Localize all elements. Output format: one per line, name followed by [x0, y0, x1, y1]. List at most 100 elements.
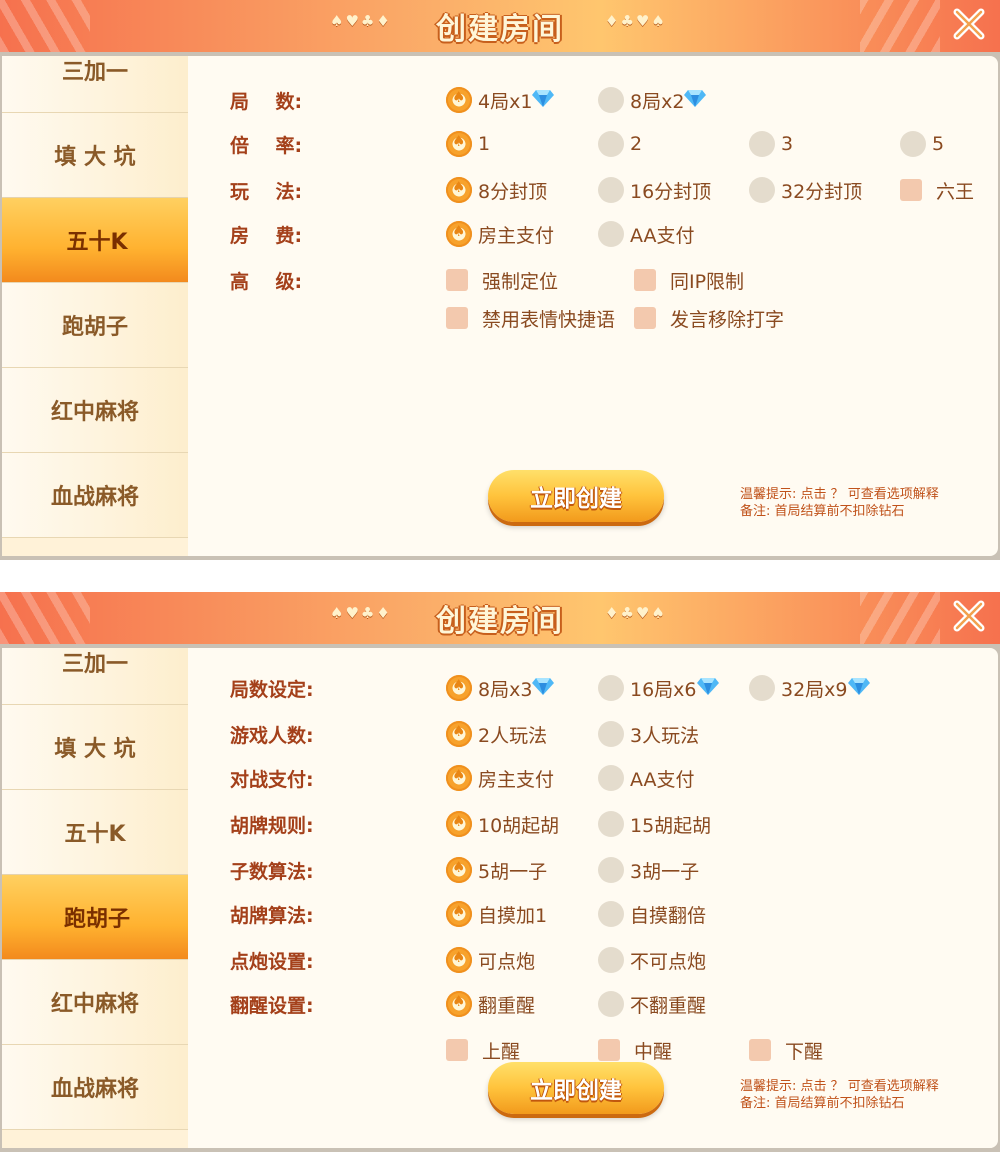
checkbox: [749, 1039, 771, 1061]
row-label: 点炮设置:: [230, 950, 314, 973]
option-row: [230, 300, 330, 336]
title-bar: ♠♥♣♦ 创建房间 ♦♣♥♠: [0, 592, 1000, 644]
radio-option[interactable]: 16分封顶: [598, 172, 711, 208]
option-label: 不可点炮: [630, 950, 707, 973]
diamond-icon: [684, 89, 707, 111]
radio-option[interactable]: 32局x9: [749, 670, 870, 706]
option-label: 自摸加1: [478, 904, 548, 927]
option-label: 六王: [936, 180, 975, 203]
option-row: 玩 法:: [230, 172, 330, 208]
radio-option[interactable]: 16局x6: [598, 670, 719, 706]
radio-option[interactable]: AA支付: [598, 760, 695, 796]
radio-option[interactable]: 自摸加1: [446, 896, 547, 932]
radio-option[interactable]: 3人玩法: [598, 716, 699, 752]
radio-option[interactable]: 不可点炮: [598, 942, 706, 978]
sidebar-item-4[interactable]: 跑胡子: [2, 875, 188, 960]
radio-option[interactable]: 1: [446, 126, 490, 162]
radio-option[interactable]: 15胡起胡: [598, 806, 711, 842]
create-room-button[interactable]: 立即创建: [488, 1062, 664, 1114]
sidebar-item-3[interactable]: 五十K: [2, 198, 188, 283]
diamond-icon: [532, 89, 555, 111]
radio-option[interactable]: 自摸翻倍: [598, 896, 706, 932]
sidebar-item-1[interactable]: 三加一: [2, 56, 188, 113]
option-label: 中醒: [634, 1040, 673, 1063]
sidebar-item-2[interactable]: 填 大 坑: [2, 705, 188, 790]
option-label: 下醒: [785, 1040, 824, 1063]
row-label: 房 费:: [230, 224, 303, 247]
radio-option[interactable]: AA支付: [598, 216, 695, 252]
option-row: 局数设定:: [230, 670, 338, 706]
note-line: 备注: 首局结算前不扣除钻石: [740, 1096, 905, 1111]
create-room-panel-2: ♠♥♣♦创建房间♦♣♥♠三加一填 大 坑五十K跑胡子红中麻将血战麻将 局数设定: 8…: [0, 592, 1000, 1152]
sidebar-item-6[interactable]: 血战麻将: [2, 453, 188, 538]
close-button[interactable]: [938, 0, 1000, 52]
option-label: 3: [781, 133, 794, 155]
spade-radio-icon: [446, 857, 472, 883]
radio-option[interactable]: 10胡起胡: [446, 806, 559, 842]
option-label: 32局x9: [781, 678, 848, 701]
row-label: 对战支付:: [230, 768, 314, 791]
radio-empty: [598, 87, 624, 113]
option-label: 自摸翻倍: [630, 904, 707, 927]
radio-option[interactable]: 4局x1: [446, 82, 555, 118]
spade-radio-icon: [446, 675, 472, 701]
option-row: 游戏人数:: [230, 716, 338, 752]
radio-option[interactable]: 8局x3: [446, 670, 555, 706]
checkbox-option[interactable]: 六王: [900, 172, 974, 208]
checkbox-option[interactable]: 同IP限制: [634, 262, 744, 298]
sidebar-item-5[interactable]: 红中麻将: [2, 960, 188, 1045]
radio-option[interactable]: 8局x2: [598, 82, 707, 118]
option-row: 对战支付:: [230, 760, 338, 796]
radio-option[interactable]: 32分封顶: [749, 172, 862, 208]
radio-option[interactable]: 可点炮: [446, 942, 535, 978]
row-label: 高 级:: [230, 270, 303, 293]
scroll-fade: [188, 1134, 998, 1148]
radio-option[interactable]: 5胡一子: [446, 852, 547, 888]
checkbox-option[interactable]: 发言移除打字: [634, 300, 784, 336]
radio-option[interactable]: 不翻重醒: [598, 986, 706, 1022]
checkbox-option[interactable]: 下醒: [749, 1032, 823, 1068]
radio-empty: [598, 901, 624, 927]
checkbox: [634, 269, 656, 291]
radio-option[interactable]: 2人玩法: [446, 716, 547, 752]
option-label: 3人玩法: [630, 724, 700, 747]
title-bar: ♠♥♣♦ 创建房间 ♦♣♥♠: [0, 0, 1000, 52]
sidebar-item-1[interactable]: 三加一: [2, 648, 188, 705]
checkbox-option[interactable]: 禁用表情快捷语: [446, 300, 615, 336]
radio-option[interactable]: 2: [598, 126, 642, 162]
radio-option[interactable]: 8分封顶: [446, 172, 547, 208]
option-label: 5胡一子: [478, 860, 548, 883]
option-label: 8局x2: [630, 90, 685, 113]
radio-option[interactable]: 翻重醒: [446, 986, 535, 1022]
checkbox: [598, 1039, 620, 1061]
radio-option[interactable]: 房主支付: [446, 760, 554, 796]
radio-option[interactable]: 3胡一子: [598, 852, 699, 888]
radio-option[interactable]: 5: [900, 126, 944, 162]
checkbox-option[interactable]: 强制定位: [446, 262, 558, 298]
close-button[interactable]: [938, 592, 1000, 644]
radio-empty: [598, 177, 624, 203]
create-room-button[interactable]: 立即创建: [488, 470, 664, 522]
option-label: 上醒: [482, 1040, 521, 1063]
radio-empty: [598, 857, 624, 883]
option-label: 16局x6: [630, 678, 697, 701]
sidebar-item-2[interactable]: 填 大 坑: [2, 113, 188, 198]
radio-option[interactable]: 房主支付: [446, 216, 554, 252]
radio-option[interactable]: 3: [749, 126, 793, 162]
sidebar-item-5[interactable]: 红中麻将: [2, 368, 188, 453]
hint-line: 温馨提示: 点击 ？ 可查看选项解释: [740, 487, 939, 502]
note-line: 备注: 首局结算前不扣除钻石: [740, 504, 905, 519]
radio-empty: [749, 675, 775, 701]
option-label: 8局x3: [478, 678, 533, 701]
option-label: 可点炮: [478, 950, 536, 973]
spade-radio-icon: [446, 131, 472, 157]
radio-empty: [598, 675, 624, 701]
sidebar-item-6[interactable]: 血战麻将: [2, 1045, 188, 1130]
option-row: 子数算法:: [230, 852, 338, 888]
sidebar-item-4[interactable]: 跑胡子: [2, 283, 188, 368]
hint-text: 温馨提示: 点击 ？ 可查看选项解释 备注: 首局结算前不扣除钻石: [740, 486, 939, 520]
option-row: 高 级:: [230, 262, 330, 298]
option-label: 禁用表情快捷语: [482, 308, 616, 331]
sidebar-item-3[interactable]: 五十K: [2, 790, 188, 875]
option-label: 发言移除打字: [670, 308, 785, 331]
